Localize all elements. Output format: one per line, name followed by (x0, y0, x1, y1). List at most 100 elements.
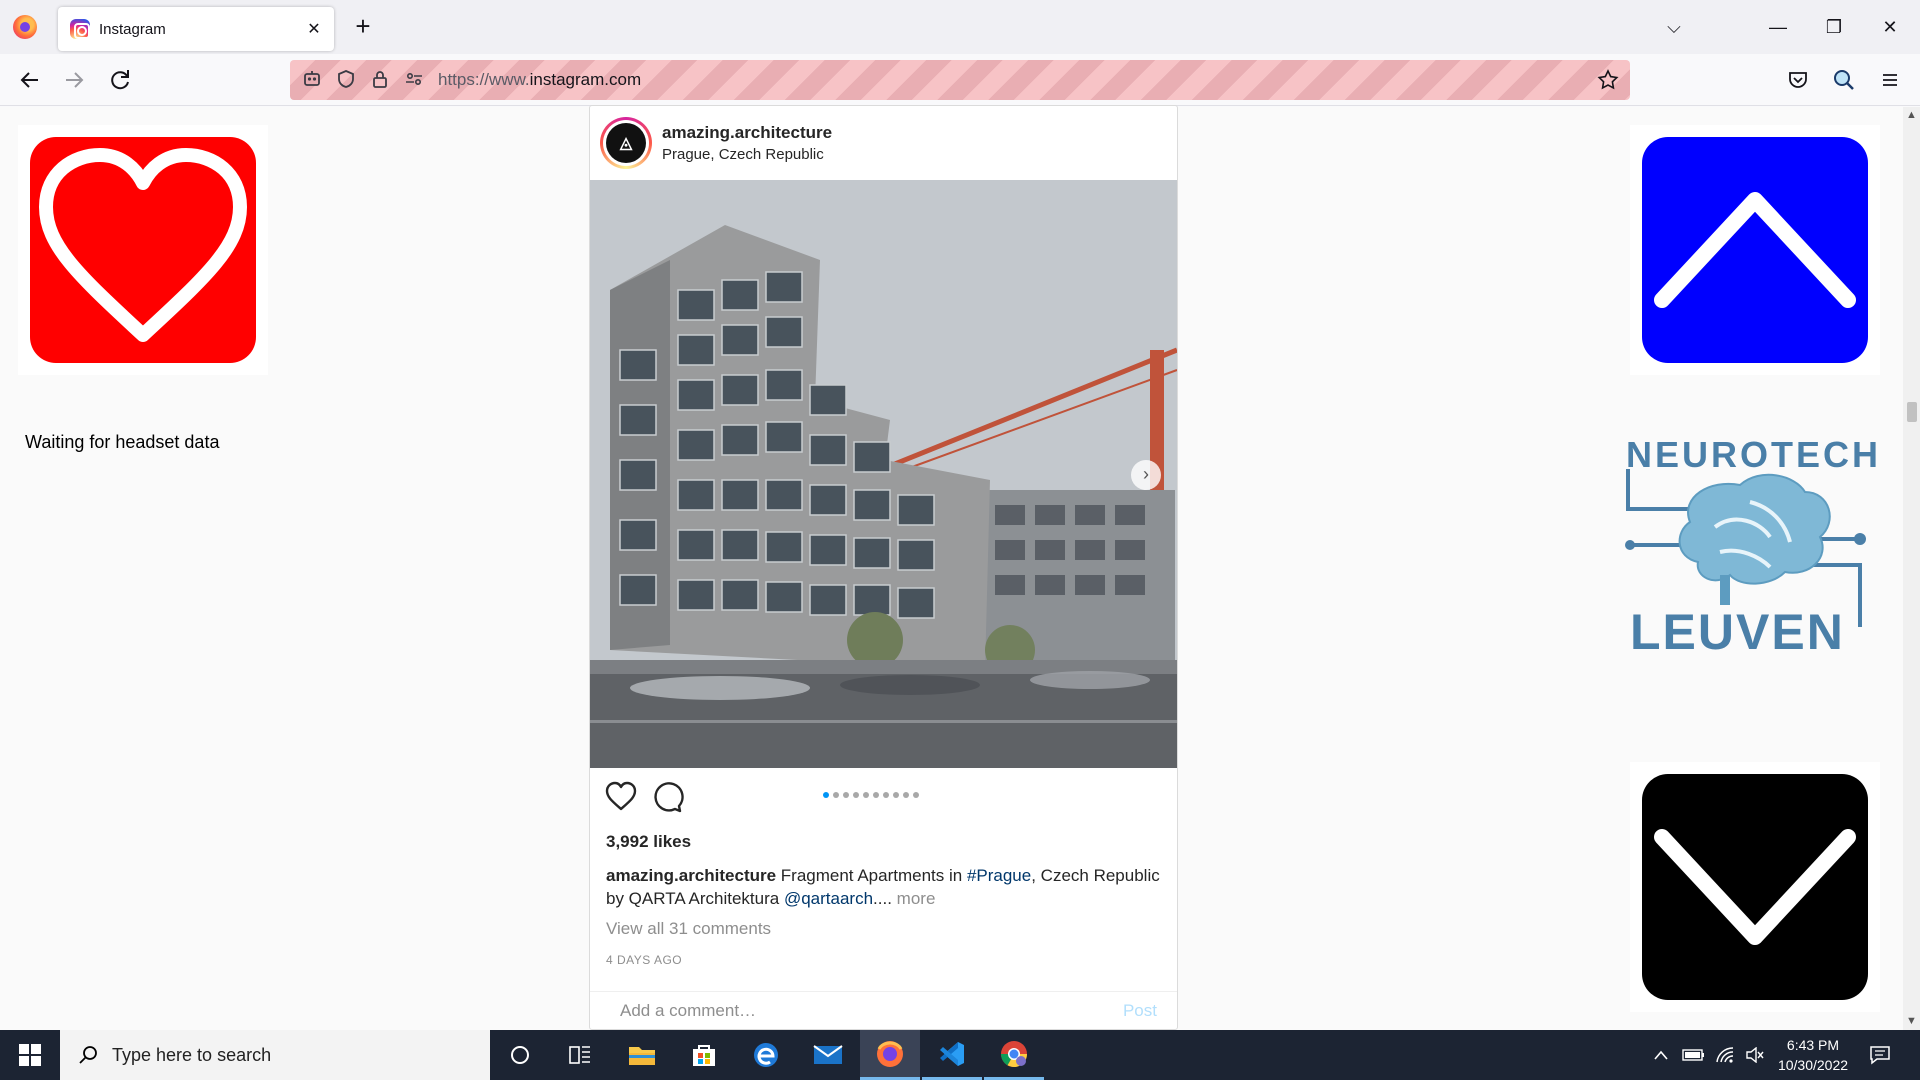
post-image[interactable]: › (590, 180, 1177, 768)
like-heart-icon[interactable] (604, 780, 638, 814)
mention-link[interactable]: @qartaarch (784, 889, 873, 908)
taskbar-search[interactable]: Type here to search (60, 1030, 490, 1080)
shield-icon[interactable] (334, 68, 358, 92)
url-prefix: https://www. (438, 70, 530, 89)
post-comment-button[interactable]: Post (1123, 1001, 1157, 1021)
caption-text-1: Fragment Apartments in (776, 866, 967, 885)
firefox-taskbar-button[interactable] (860, 1030, 920, 1080)
edge-button[interactable] (736, 1030, 796, 1080)
permissions-icon[interactable] (402, 68, 426, 92)
down-arrow-tile[interactable] (1630, 762, 1880, 1012)
magnifier-extension-icon (1834, 70, 1854, 90)
arrow-left-icon (20, 72, 38, 88)
task-view-button[interactable] (550, 1030, 610, 1080)
robot-icon[interactable] (300, 68, 324, 92)
post-username[interactable]: amazing.architecture (662, 123, 832, 143)
pocket-button[interactable] (1782, 64, 1814, 96)
carousel-dot (913, 792, 919, 798)
scroll-thumb[interactable] (1907, 402, 1917, 422)
carousel-dot (883, 792, 889, 798)
back-button[interactable] (14, 64, 46, 96)
arrow-right-icon (66, 72, 84, 88)
page-content: Waiting for headset data NEUROTECH LEUVE… (0, 105, 1903, 1030)
post-location[interactable]: Prague, Czech Republic (662, 146, 832, 163)
file-explorer-button[interactable] (612, 1030, 672, 1080)
mail-button[interactable] (798, 1030, 858, 1080)
likes-count[interactable]: 3,992 likes (606, 832, 1177, 852)
new-tab-button[interactable]: + (348, 12, 378, 42)
url-text[interactable]: https://www.instagram.com (438, 70, 641, 90)
avatar-logo-icon: ◬ (606, 123, 646, 163)
hamburger-icon (1883, 74, 1897, 86)
firefox-icon[interactable] (13, 15, 37, 39)
comment-input[interactable]: Add a comment… (620, 1001, 1123, 1021)
carousel-indicator (823, 792, 919, 798)
pocket-icon (1789, 72, 1807, 88)
list-all-tabs-button[interactable]: ⌵ (1656, 12, 1692, 42)
vscode-button[interactable] (922, 1030, 982, 1080)
close-window-button[interactable]: ✕ (1872, 12, 1908, 42)
cortana-button[interactable] (490, 1030, 550, 1080)
carousel-dot (863, 792, 869, 798)
show-hidden-icons-button[interactable] (1648, 1030, 1674, 1080)
up-arrow-tile[interactable] (1630, 125, 1880, 375)
search-icon (79, 1046, 97, 1064)
start-button[interactable] (0, 1030, 60, 1080)
caption-ellipsis: .... (873, 889, 892, 908)
hashtag-link[interactable]: #Prague (967, 866, 1031, 885)
carousel-dot (833, 792, 839, 798)
chevron-down-icon (1642, 774, 1868, 1000)
search-placeholder: Type here to search (112, 1044, 272, 1065)
lock-icon[interactable] (368, 68, 392, 92)
heart-tile[interactable] (18, 125, 268, 375)
store-button[interactable] (674, 1030, 734, 1080)
building-photo (590, 180, 1177, 768)
volume-button[interactable] (1742, 1030, 1768, 1080)
wifi-button[interactable] (1712, 1030, 1740, 1080)
post-timestamp: 4 DAYS AGO (606, 953, 683, 967)
chevron-up-icon (1654, 1050, 1668, 1060)
restore-button[interactable]: ❐ (1816, 12, 1852, 42)
chrome-icon (1000, 1040, 1028, 1067)
vscode-icon (940, 1041, 964, 1066)
cortana-icon (511, 1046, 529, 1064)
menu-button[interactable] (1874, 64, 1906, 96)
tab-strip: Instagram ✕ + ⌵ — ❐ ✕ (0, 0, 1920, 54)
comment-icon[interactable] (650, 780, 684, 814)
heart-icon (30, 137, 256, 363)
firefox-icon (877, 1040, 903, 1067)
windows-logo-icon (19, 1044, 41, 1066)
minimize-button[interactable]: — (1760, 12, 1796, 42)
notifications-button[interactable] (1862, 1030, 1898, 1080)
post-header: ◬ amazing.architecture Prague, Czech Rep… (590, 106, 1177, 180)
reload-button[interactable] (104, 64, 136, 96)
chevron-right-icon[interactable]: › (1131, 460, 1161, 490)
avatar[interactable]: ◬ (600, 117, 652, 169)
volume-muted-icon (1746, 1047, 1764, 1063)
forward-button[interactable] (58, 64, 90, 96)
view-comments-link[interactable]: View all 31 comments (606, 919, 1161, 939)
neurotech-leuven-logo: NEUROTECH LEUVEN (1620, 427, 1880, 660)
carousel-dot (843, 792, 849, 798)
windows-taskbar: Type here to search 6:43 PM 10/30/2022 (0, 1030, 1920, 1080)
page-scrollbar[interactable]: ▲ ▼ (1903, 107, 1920, 1030)
chevron-up-icon (1642, 137, 1868, 363)
folder-icon (629, 1047, 655, 1065)
extension-button[interactable] (1828, 64, 1860, 96)
scroll-up-arrow-icon[interactable]: ▲ (1903, 107, 1920, 124)
carousel-dot (893, 792, 899, 798)
navigation-bar: https://www.instagram.com (0, 54, 1920, 106)
battery-icon (1682, 1049, 1704, 1061)
store-icon (693, 1045, 715, 1066)
caption-username[interactable]: amazing.architecture (606, 866, 776, 885)
taskbar-clock[interactable]: 6:43 PM 10/30/2022 (1768, 1035, 1858, 1075)
scroll-down-arrow-icon[interactable]: ▼ (1903, 1013, 1920, 1030)
instagram-post: ◬ amazing.architecture Prague, Czech Rep… (589, 105, 1178, 1030)
bookmark-star-icon[interactable] (1596, 68, 1620, 92)
battery-button[interactable] (1680, 1030, 1708, 1080)
more-link[interactable]: more (892, 889, 936, 908)
chrome-button[interactable] (984, 1030, 1044, 1080)
url-bar[interactable]: https://www.instagram.com (290, 60, 1630, 100)
close-icon[interactable]: ✕ (300, 15, 328, 43)
tab-instagram[interactable]: Instagram ✕ (58, 7, 334, 51)
